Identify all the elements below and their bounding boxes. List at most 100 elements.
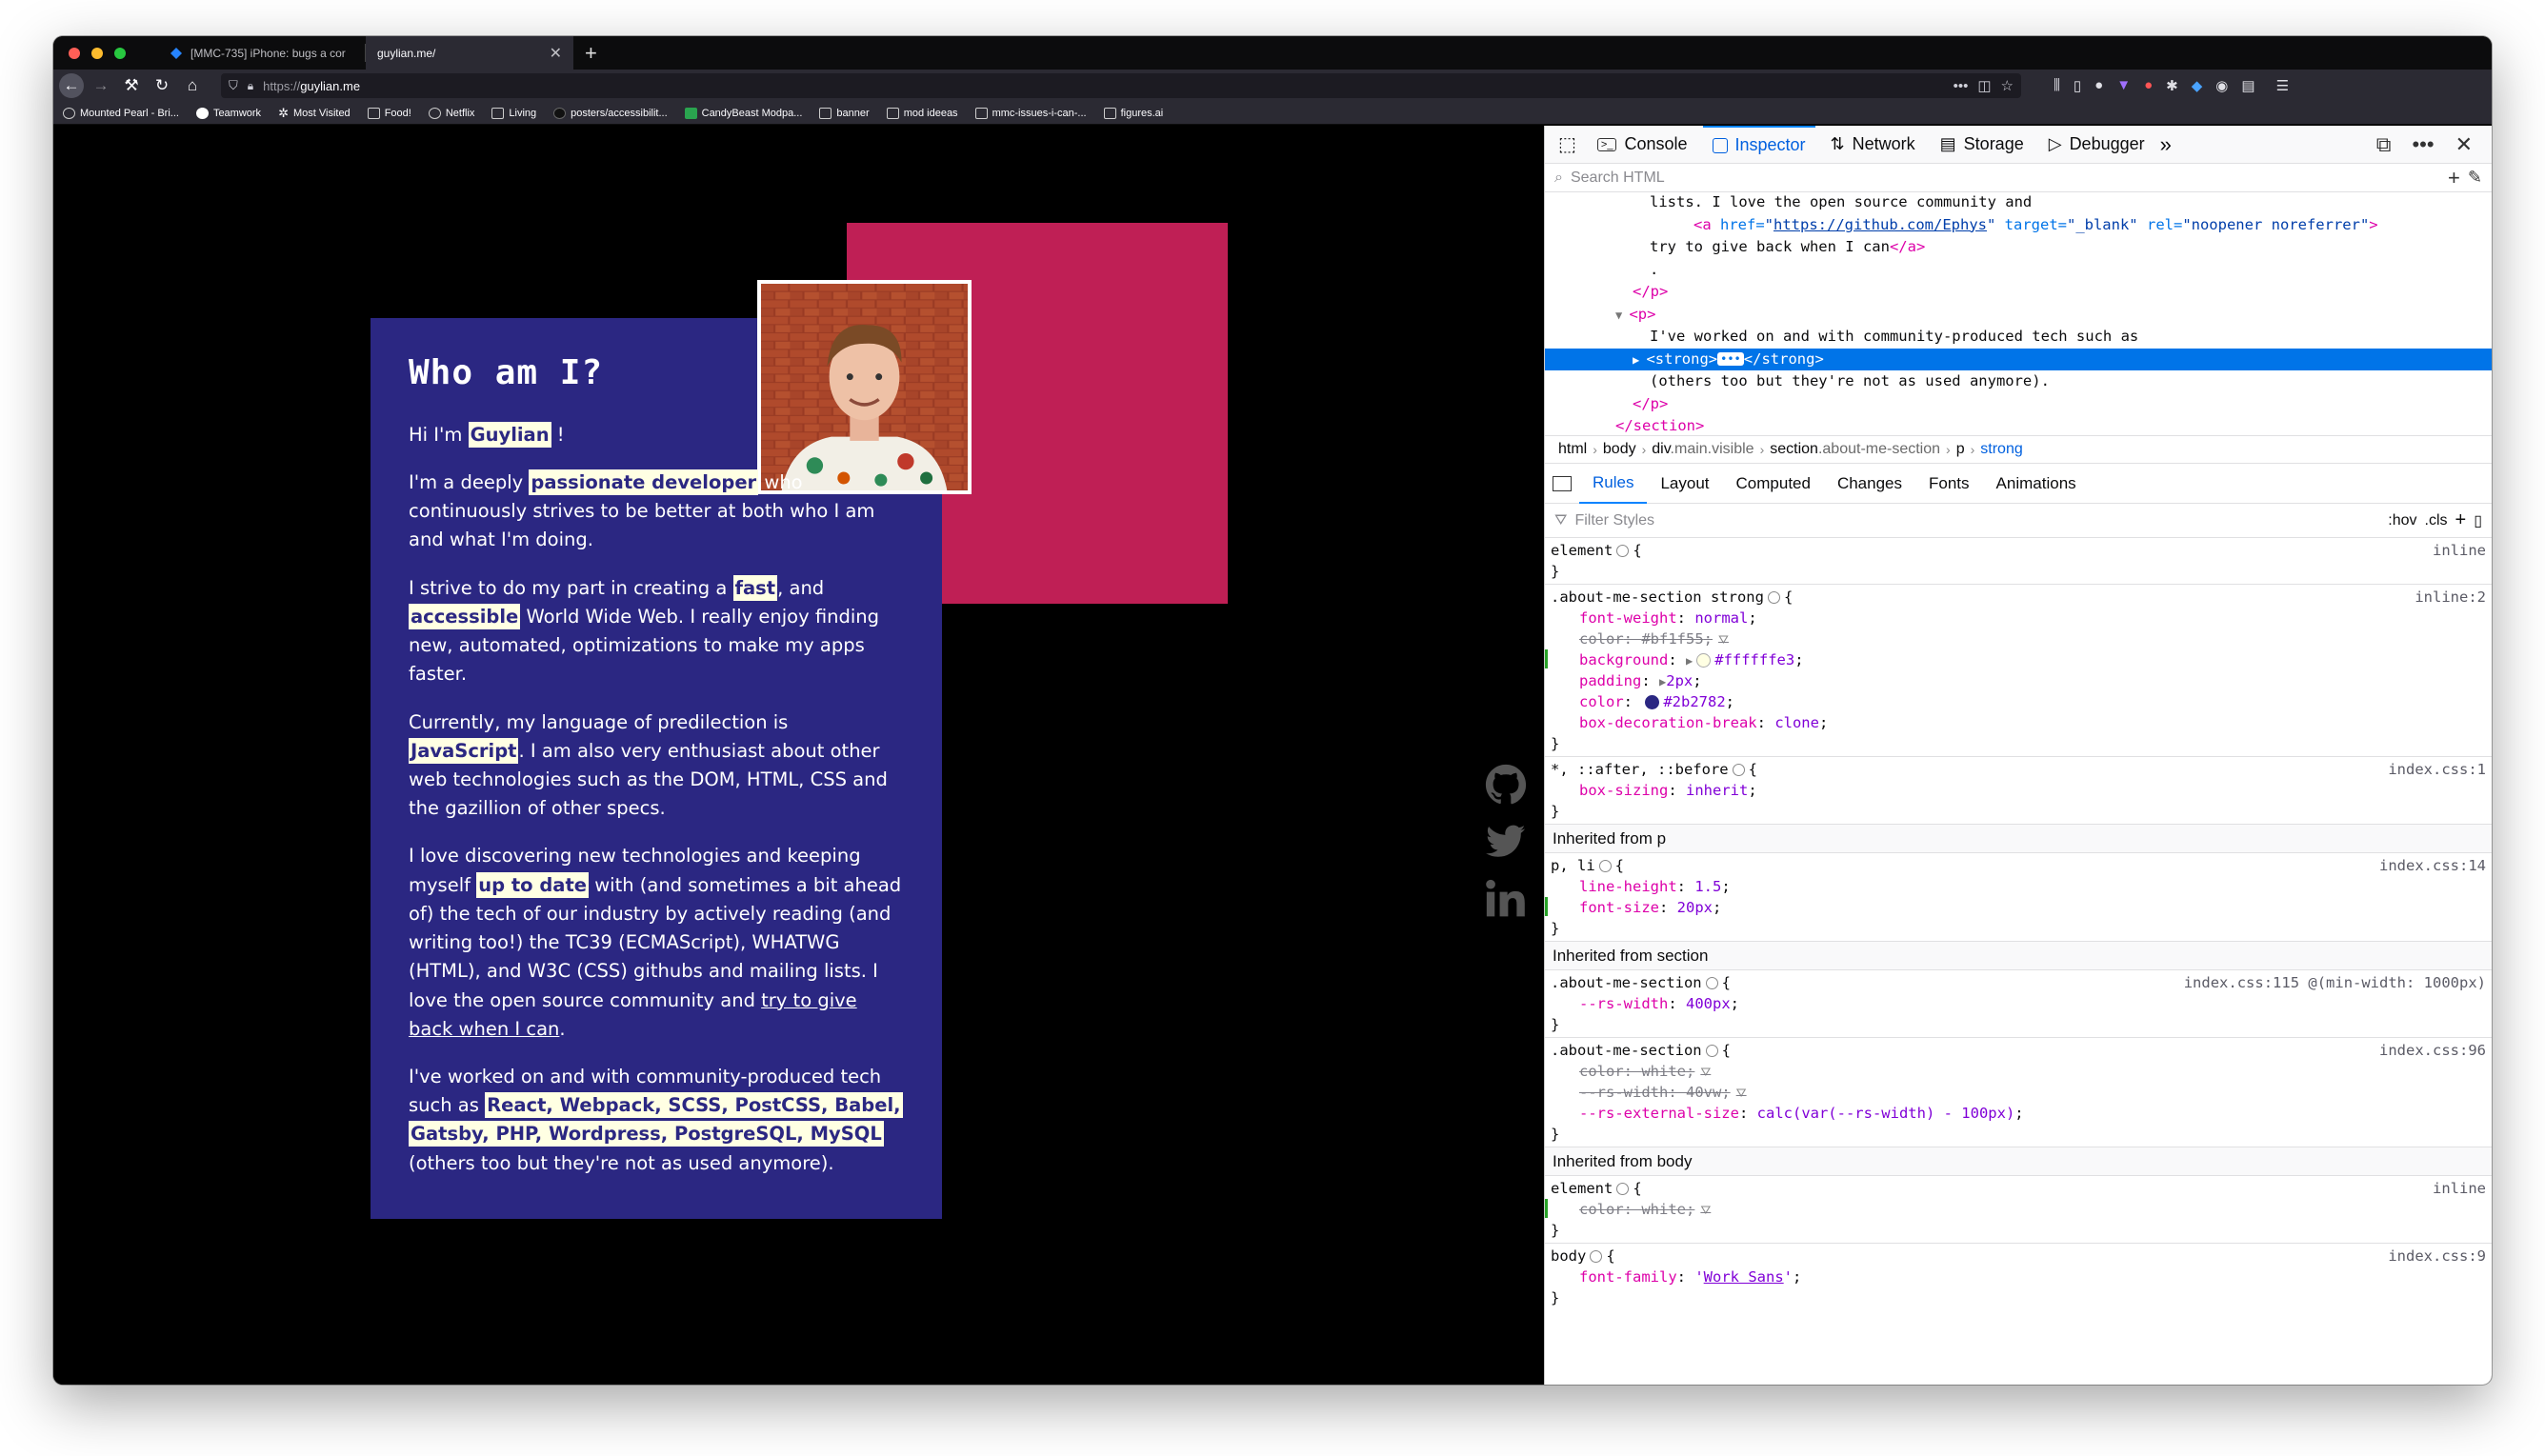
element-picker-icon[interactable]: ⬚ (1553, 132, 1582, 156)
breadcrumb-item[interactable]: p (1956, 441, 1965, 458)
css-declaration-overridden[interactable]: --rs-width: 40vw; ⛛ (1551, 1082, 2486, 1103)
url-bar[interactable]: ⛉ 🔒︎ https://guylian.me ••• ◫ ☆ (221, 73, 2021, 98)
gear-icon[interactable] (1590, 1250, 1603, 1263)
filter-icon[interactable]: ⛛ (1718, 633, 1729, 648)
color-swatch[interactable] (1645, 695, 1660, 709)
bookmark-item[interactable]: banner (819, 107, 870, 119)
privacy-badger-icon[interactable]: ▼ (2116, 77, 2131, 94)
rule-source[interactable]: inline (2433, 1178, 2486, 1199)
reload-button[interactable]: ↻ (149, 72, 175, 99)
filter-icon[interactable]: ⛛ (1736, 1087, 1747, 1101)
css-declaration[interactable]: font-size: 20px; (1545, 897, 2486, 918)
css-declaration[interactable]: --rs-width: 400px; (1551, 993, 2486, 1014)
breadcrumb-item[interactable]: section.about-me-section (1770, 441, 1940, 458)
tab-debugger[interactable]: ▷ Debugger (2039, 126, 2154, 164)
bookmark-item[interactable]: CandyBeast Modpa... (684, 107, 802, 119)
css-declaration[interactable]: color: #2b2782; (1551, 691, 2486, 712)
minimize-window-button[interactable] (91, 47, 103, 59)
shield-icon[interactable]: ⛉ (229, 78, 238, 93)
css-declaration[interactable]: box-decoration-break: clone; (1551, 712, 2486, 733)
markup-line[interactable]: ▼ <p> (1545, 304, 2492, 327)
markup-line-selected[interactable]: ▶ <strong> ••• </strong> (1545, 348, 2492, 370)
css-declaration[interactable]: line-height: 1.5; (1551, 876, 2486, 897)
menu-icon[interactable]: ☰ (2276, 77, 2289, 94)
bookmark-item[interactable]: mod ideeas (886, 107, 958, 119)
rule-source[interactable]: index.css:115 @(min-width: 1000px) (2184, 972, 2486, 993)
html-search-input[interactable]: Search HTML (1571, 170, 2440, 187)
browser-tab[interactable]: [MMC-735] iPhone: bugs a cor (158, 36, 366, 70)
css-declaration[interactable]: --rs-external-size: calc(var(--rs-width)… (1551, 1103, 2486, 1124)
pocket-icon[interactable]: ◫ (1977, 77, 1991, 94)
tab-animations[interactable]: Animations (1983, 464, 2090, 504)
gear-icon[interactable] (1705, 977, 1718, 989)
home-button[interactable]: ⌂ (179, 72, 206, 99)
rule-source[interactable]: inline:2 (2415, 587, 2486, 608)
rule-source[interactable]: index.css:96 (2379, 1040, 2486, 1061)
toggle-sidebar-icon[interactable] (1553, 475, 1572, 491)
account-icon[interactable]: ◉ (2215, 77, 2228, 94)
color-swatch[interactable] (1696, 653, 1712, 668)
gear-icon[interactable] (1616, 1183, 1630, 1195)
breadcrumb-item[interactable]: body (1603, 441, 1636, 458)
rule-source[interactable]: inline (2433, 540, 2486, 561)
tab-fonts[interactable]: Fonts (1915, 464, 1983, 504)
library-icon[interactable]: ⫼ (2054, 77, 2060, 94)
zoom-window-button[interactable] (114, 47, 126, 59)
markup-line[interactable]: </p> (1545, 393, 2492, 416)
extension-blue-icon[interactable]: ◆ (2192, 77, 2203, 94)
filter-icon[interactable]: ⛛ (1700, 1204, 1711, 1218)
extension-icon[interactable]: ✱ (2166, 77, 2178, 94)
filter-styles-input[interactable]: Filter Styles (1574, 512, 2380, 529)
breadcrumb-item-selected[interactable]: strong (1980, 441, 2022, 458)
gear-icon[interactable] (1598, 860, 1612, 872)
lock-icon[interactable]: 🔒︎ (248, 79, 253, 93)
markup-line[interactable]: I've worked on and with community-produc… (1545, 326, 2492, 349)
sidebar-icon[interactable]: ▯ (2074, 77, 2081, 94)
bookmark-item[interactable]: figures.ai (1103, 107, 1163, 119)
page-actions-icon[interactable]: ••• (1954, 78, 1969, 94)
wrench-icon[interactable]: ⚒ (118, 72, 145, 99)
tab-computed[interactable]: Computed (1723, 464, 1824, 504)
info-icon[interactable]: ● (2094, 77, 2103, 94)
class-toggle[interactable]: .cls (2425, 512, 2448, 529)
rule-source[interactable]: index.css:1 (2388, 759, 2486, 780)
github-icon[interactable] (1485, 764, 1527, 806)
gear-icon[interactable] (1705, 1045, 1718, 1057)
bookmark-item[interactable]: posters/accessibilit... (553, 107, 668, 119)
markup-href-link[interactable]: https://github.com/Ephys (1773, 216, 1987, 233)
ublock-icon[interactable]: ● (2144, 77, 2153, 94)
dock-icon[interactable]: ⧉ (2376, 132, 2392, 157)
css-declaration[interactable]: font-weight: normal; (1551, 608, 2486, 628)
bookmark-item[interactable]: Mounted Pearl - Bri... (63, 107, 179, 119)
tab-changes[interactable]: Changes (1824, 464, 1915, 504)
markup-line[interactable]: </section> (1545, 415, 2492, 435)
tab-network[interactable]: ⇅ Network (1821, 126, 1925, 164)
markup-line[interactable]: <a href="https://github.com/Ephys" targe… (1545, 214, 2492, 237)
devtools-menu-icon[interactable]: ••• (2412, 132, 2434, 157)
rule-source[interactable]: index.css:9 (2388, 1246, 2486, 1267)
new-tab-button[interactable]: + (573, 41, 609, 66)
tab-storage[interactable]: ▤ Storage (1931, 126, 2034, 164)
css-declaration[interactable]: font-family: 'Work Sans'; (1551, 1267, 2486, 1287)
filter-icon[interactable]: ⛛ (1700, 1066, 1711, 1080)
bookmark-item[interactable]: mmc-issues-i-can-... (974, 107, 1087, 119)
css-declaration[interactable]: padding: ▶2px; (1551, 670, 2486, 691)
css-declaration[interactable]: background: ▶ #ffffffe3; (1545, 649, 2486, 670)
tab-inspector[interactable]: Inspector (1702, 125, 1815, 164)
close-tab-icon[interactable]: ✕ (550, 44, 562, 63)
collapsed-children-badge[interactable]: ••• (1717, 352, 1744, 366)
breadcrumb-item[interactable]: html (1558, 441, 1587, 458)
css-declaration-overridden[interactable]: color: white; ⛛ (1545, 1199, 2486, 1220)
close-window-button[interactable] (69, 47, 80, 59)
css-declaration-overridden[interactable]: color: #bf1f55; ⛛ (1551, 628, 2486, 649)
add-node-icon[interactable]: + (2448, 166, 2460, 190)
tab-layout[interactable]: Layout (1647, 464, 1722, 504)
gear-icon[interactable] (1732, 764, 1745, 776)
bookmark-item[interactable]: ✲ Most Visited (278, 106, 351, 121)
markup-line[interactable]: </p> (1545, 281, 2492, 304)
browser-tab-active[interactable]: guylian.me/ ✕ (366, 36, 573, 70)
rule-source[interactable]: index.css:14 (2379, 855, 2486, 876)
markup-line[interactable]: lists. I love the open source community … (1545, 192, 2492, 214)
css-declaration-overridden[interactable]: color: white; ⛛ (1551, 1061, 2486, 1082)
containers-icon[interactable]: ▤ (2241, 77, 2254, 94)
